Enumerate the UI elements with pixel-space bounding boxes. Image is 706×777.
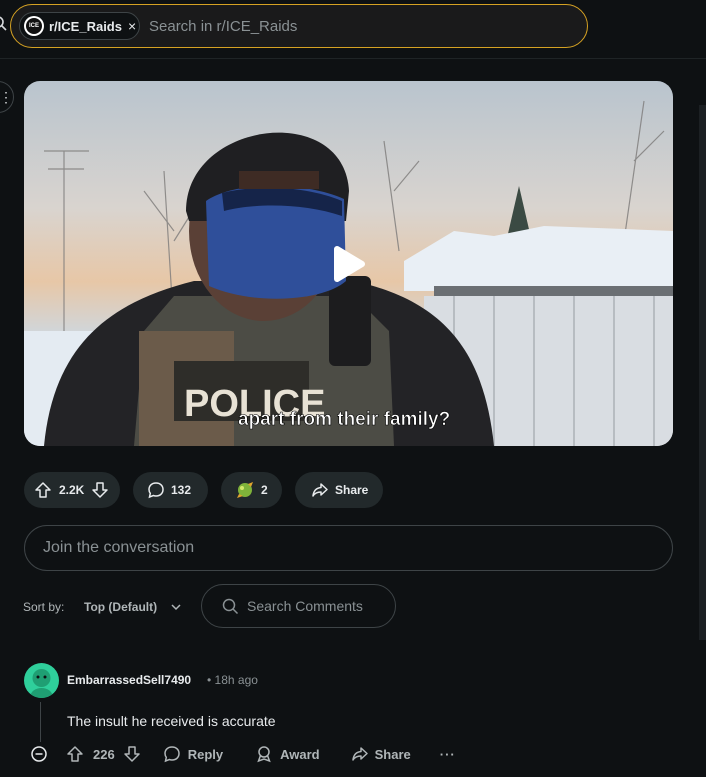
comment-award-button[interactable]: Award [255, 745, 320, 763]
avatar[interactable] [24, 663, 59, 698]
award-button[interactable]: 2 [221, 472, 282, 508]
share-button[interactable]: Share [295, 472, 383, 508]
post-video[interactable]: POLICE apart from their family? [24, 81, 673, 446]
vote-control: 2.2K [24, 472, 120, 508]
search-icon[interactable] [0, 16, 8, 32]
comment-vote-count: 226 [93, 746, 115, 762]
comment-vote-control: 226 [66, 745, 141, 763]
video-caption: apart from their family? [238, 409, 450, 430]
video-frame: POLICE apart from their family? [24, 100, 673, 446]
scrollbar[interactable] [699, 105, 706, 640]
subreddit-search-bar[interactable]: ICE r/ICE_Raids × Search in r/ICE_Raids [10, 4, 588, 48]
comment-author[interactable]: EmbarrassedSell7490 [67, 673, 191, 687]
comment-icon [148, 482, 164, 499]
upvote-icon[interactable] [66, 745, 84, 763]
sort-dropdown[interactable]: Top (Default) [84, 600, 157, 614]
reply-button[interactable]: Reply [163, 745, 223, 763]
close-icon[interactable]: × [128, 18, 136, 34]
thread-line[interactable] [40, 702, 41, 742]
top-bar: ICE r/ICE_Raids × Search in r/ICE_Raids [0, 0, 706, 59]
comments-button[interactable]: 132 [133, 472, 208, 508]
comment-body: The insult he received is accurate [67, 713, 276, 729]
menu-icon: ⋮ [0, 89, 13, 105]
award-count: 2 [261, 483, 268, 497]
downvote-icon[interactable] [123, 745, 141, 763]
chevron-down-icon[interactable] [170, 601, 182, 613]
search-comments-field[interactable]: Search Comments [201, 584, 396, 628]
award-icon [257, 746, 271, 763]
menu-button[interactable]: ⋮ [0, 81, 14, 113]
join-placeholder: Join the conversation [43, 539, 195, 556]
comment-count: 132 [171, 483, 192, 497]
award-badge-icon [237, 482, 253, 498]
comment-icon [163, 746, 180, 763]
upvote-icon[interactable] [34, 481, 52, 499]
collapse-icon[interactable] [30, 745, 48, 763]
search-comments-placeholder: Search Comments [247, 598, 363, 614]
post-action-bar: 2.2K 132 2 Share [24, 472, 383, 508]
subreddit-avatar: ICE [24, 16, 44, 36]
comment-share-label: Share [374, 746, 411, 762]
reply-label: Reply [187, 746, 224, 762]
share-icon [312, 483, 328, 497]
downvote-icon[interactable] [91, 481, 109, 499]
award-label: Award [280, 746, 320, 762]
subreddit-avatar-text: ICE [26, 18, 42, 34]
sort-by-label: Sort by: [23, 600, 65, 614]
snoo-avatar-icon [30, 669, 53, 698]
comment-action-bar: 226 Reply Award Share ··· [30, 742, 456, 766]
join-conversation-input[interactable]: Join the conversation [24, 525, 673, 571]
play-icon[interactable] [334, 246, 365, 282]
comment-share-button[interactable]: Share [351, 745, 411, 763]
more-options-icon[interactable]: ··· [440, 747, 456, 762]
comment-timestamp: • 18h ago [207, 673, 258, 687]
vote-count: 2.2K [59, 483, 85, 497]
share-icon [351, 747, 368, 761]
subreddit-chip-label: r/ICE_Raids [49, 18, 122, 34]
subreddit-chip[interactable]: ICE r/ICE_Raids × [19, 12, 140, 40]
search-input[interactable]: Search in r/ICE_Raids [149, 18, 297, 35]
share-label: Share [335, 483, 369, 497]
search-icon [222, 598, 239, 614]
